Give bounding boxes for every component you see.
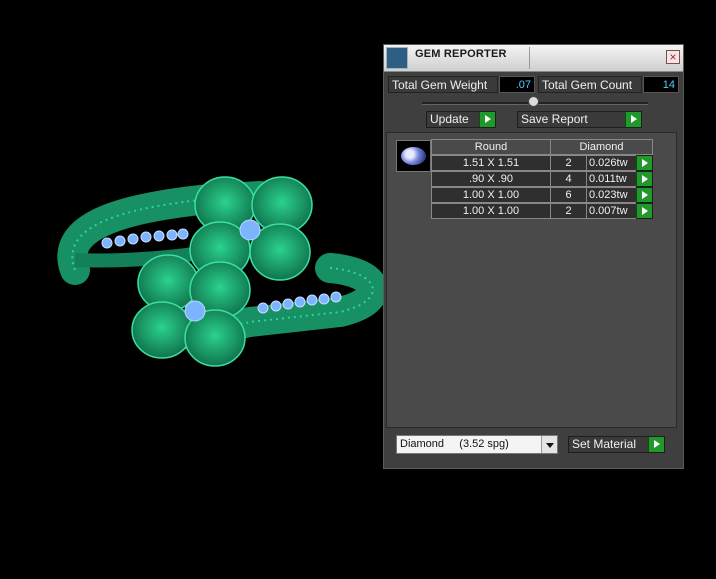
- gem-weight: 0.011tw: [586, 171, 637, 187]
- update-button-label: Update: [430, 112, 469, 126]
- gem-count: 2: [550, 203, 587, 219]
- chevron-down-icon[interactable]: [541, 436, 557, 453]
- row-select-button[interactable]: [636, 187, 653, 203]
- gem-count: 6: [550, 187, 587, 203]
- material-selected-value: Diamond (3.52 spg): [400, 438, 509, 450]
- gem-count: 4: [550, 171, 587, 187]
- gem-size: 1.00 X 1.00: [431, 187, 551, 203]
- play-arrow-icon: [636, 204, 652, 218]
- total-gem-count-label: Total Gem Count: [538, 76, 642, 93]
- row-select-button[interactable]: [636, 155, 653, 171]
- total-gem-count-value: 14: [643, 76, 679, 93]
- play-arrow-icon: [636, 156, 652, 170]
- row-select-button[interactable]: [636, 171, 653, 187]
- total-gem-weight-value: .07: [499, 76, 535, 93]
- update-button[interactable]: Update: [426, 111, 496, 128]
- total-gem-weight-label: Total Gem Weight: [388, 76, 498, 93]
- play-arrow-icon: [636, 172, 652, 186]
- gem-size: .90 X .90: [431, 171, 551, 187]
- set-material-button[interactable]: Set Material: [568, 436, 665, 453]
- gem-size: 1.51 X 1.51: [431, 155, 551, 171]
- play-arrow-icon: [625, 112, 641, 127]
- gem-reporter-icon: [386, 47, 408, 69]
- row-select-button[interactable]: [636, 203, 653, 219]
- play-arrow-icon: [648, 437, 664, 452]
- gem-reporter-panel: GEM REPORTER × Total Gem Weight .07 Tota…: [383, 44, 684, 469]
- gem-size: 1.00 X 1.00: [431, 203, 551, 219]
- title-separator: [529, 47, 530, 69]
- material-dropdown[interactable]: Diamond (3.52 spg): [396, 435, 558, 454]
- shape-header: Round: [431, 139, 551, 155]
- slider-handle[interactable]: [528, 96, 539, 107]
- close-button[interactable]: ×: [666, 50, 680, 64]
- gem-weight: 0.026tw: [586, 155, 637, 171]
- panel-title: GEM REPORTER: [415, 48, 507, 60]
- titlebar[interactable]: GEM REPORTER ×: [384, 45, 683, 72]
- play-arrow-icon: [479, 112, 495, 127]
- gem-count: 2: [550, 155, 587, 171]
- diamond-icon[interactable]: [396, 140, 431, 172]
- set-material-button-label: Set Material: [572, 437, 637, 451]
- material-header: Diamond: [550, 139, 653, 155]
- save-report-button-label: Save Report: [521, 112, 588, 126]
- gem-weight: 0.023tw: [586, 187, 637, 203]
- play-arrow-icon: [636, 188, 652, 202]
- gem-list-area: Round Diamond 1.51 X 1.51 2 0.026tw .90 …: [386, 132, 677, 428]
- save-report-button[interactable]: Save Report: [517, 111, 642, 128]
- gem-weight: 0.007tw: [586, 203, 637, 219]
- flower-lower: [131, 254, 251, 367]
